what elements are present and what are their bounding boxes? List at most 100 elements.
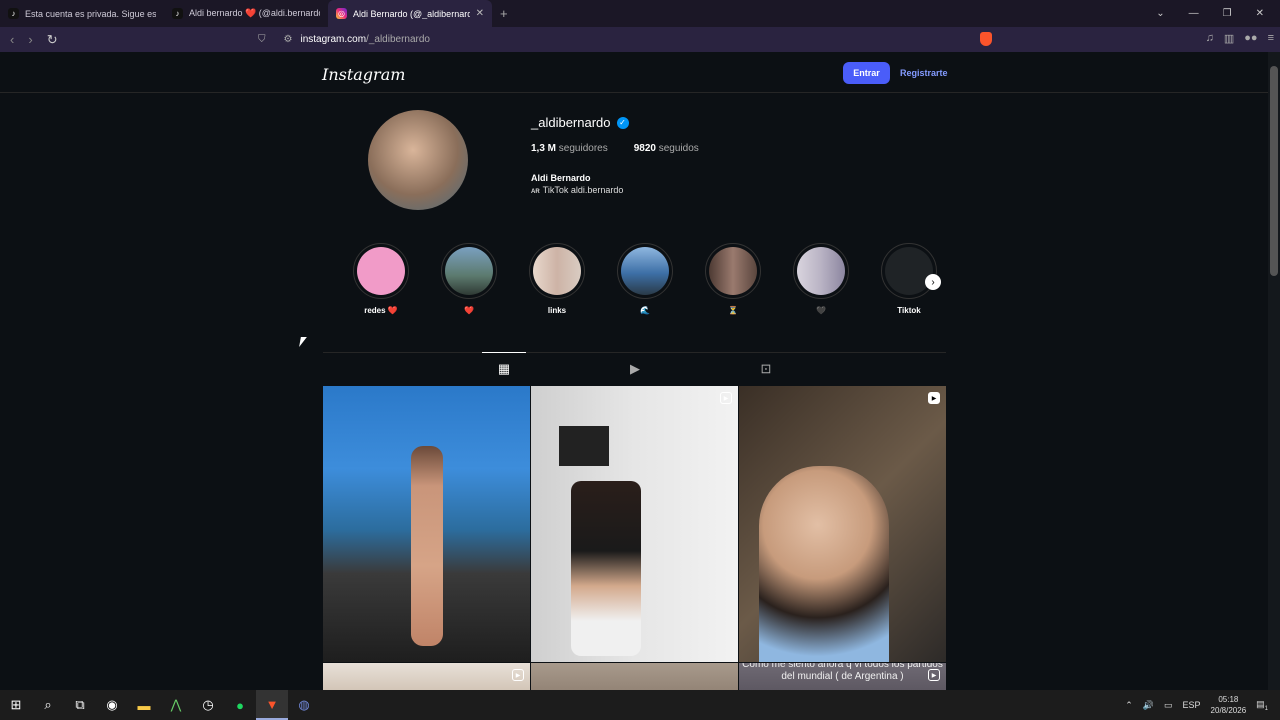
close-window-button[interactable]: ✕ — [1256, 8, 1264, 19]
clock-time: 05:18 — [1218, 695, 1239, 704]
grid-icon: ▦ — [497, 361, 511, 376]
highlight-label: 🌊 — [640, 306, 650, 315]
post-tile-2[interactable]: ▶ — [531, 386, 738, 662]
clock[interactable]: 05:18 20/8/2026 — [1211, 694, 1247, 716]
following-stat[interactable]: 9820 seguidos — [634, 143, 699, 154]
brave-shield-icon[interactable] — [980, 32, 992, 46]
back-icon[interactable]: ‹ — [10, 32, 14, 48]
posts-grid-tab[interactable]: ▦ — [482, 352, 526, 385]
highlight-label: 🖤 — [816, 306, 826, 315]
page-scrollbar[interactable] — [1268, 52, 1280, 690]
navigation-buttons: ‹ › ↻ — [0, 32, 58, 48]
browser-tab-1[interactable]: ♪ Esta cuenta es privada. Sigue esta cu — [0, 0, 164, 27]
bio-text: TikTok aldi.bernardo — [542, 185, 624, 195]
volume-icon[interactable]: 🔊 — [1143, 700, 1154, 711]
post-tile-3[interactable]: ▶ — [739, 386, 946, 662]
followers-label: seguidores — [558, 143, 608, 154]
bio-flag: AR — [531, 189, 540, 195]
post-tile-5[interactable] — [531, 663, 738, 690]
scrollbar-thumb[interactable] — [1270, 66, 1278, 276]
tagged-tab[interactable]: ⊡ — [744, 361, 788, 385]
browser-tab-3-active[interactable]: ◎ Aldi Bernardo (@_aldibernardo) ✕ — [328, 0, 492, 27]
address-bar[interactable]: ⛉ ⚙ instagram.com/_aldibernardo — [258, 30, 996, 49]
highlight-label: redes ❤️ — [364, 306, 398, 315]
chevron-down-icon[interactable]: ⌄ — [1156, 8, 1164, 19]
highlight-label: Tiktok — [897, 306, 921, 315]
minimize-button[interactable]: — — [1189, 8, 1199, 19]
window-controls: ⌄ — ❐ ✕ — [1156, 8, 1280, 19]
post-tile-6[interactable]: Como me siento ahora q vi todos los part… — [739, 663, 946, 690]
reel-icon: ▶ — [720, 392, 732, 404]
app-icon-green[interactable]: ⋀ — [160, 690, 192, 720]
reel-icon: ▶ — [928, 669, 940, 681]
post-tile-1[interactable] — [323, 386, 530, 662]
reels-icon: ▶ — [630, 361, 640, 376]
login-button[interactable]: Entrar — [843, 62, 890, 84]
following-count: 9820 — [633, 143, 656, 154]
browser-toolbar: ‹ › ↻ ⛉ ⚙ instagram.com/_aldibernardo ♫ … — [0, 27, 1280, 52]
maximize-button[interactable]: ❐ — [1223, 8, 1232, 19]
post-tv — [559, 426, 609, 466]
instagram-logo[interactable]: Instagram — [322, 65, 405, 84]
followers-count: 1,3 M — [531, 143, 557, 154]
sidebar-icon[interactable]: ▥ — [1224, 32, 1234, 45]
followers-stat[interactable]: 1,3 M seguidores — [531, 143, 608, 154]
new-tab-button[interactable]: + — [500, 6, 508, 21]
notification-count: 1 — [1264, 705, 1268, 712]
highlight-cover — [709, 247, 757, 295]
windows-start-icon[interactable]: ⊞ — [0, 690, 32, 720]
url-domain: instagram.com — [300, 34, 367, 45]
notifications-icon[interactable]: ▤1 — [1256, 699, 1268, 712]
discord-icon[interactable]: ◍ — [288, 690, 320, 720]
language-indicator[interactable]: ESP — [1183, 700, 1201, 710]
media-icon[interactable]: ♫ — [1206, 32, 1214, 45]
app-icon-clock[interactable]: ◷ — [192, 690, 224, 720]
highlight-6[interactable]: 🖤 — [791, 243, 851, 316]
task-view-icon[interactable]: ⧉ — [64, 690, 96, 720]
highlight-4[interactable]: 🌊 — [615, 243, 675, 316]
profile-full-name: Aldi Bernardo — [531, 173, 591, 183]
verified-badge-icon: ✓ — [616, 116, 629, 129]
browser-tab-strip: ♪ Esta cuenta es privada. Sigue esta cu … — [0, 0, 1280, 27]
instagram-icon: ◎ — [336, 8, 347, 19]
menu-icon[interactable]: ≡ — [1268, 32, 1274, 45]
post-tile-4[interactable]: ▶ — [323, 663, 530, 690]
highlight-label: links — [547, 306, 567, 315]
highlight-2[interactable]: ❤️ — [439, 243, 499, 316]
register-link[interactable]: Registrarte — [900, 68, 948, 78]
reel-icon: ▶ — [512, 669, 524, 681]
profile-username: _aldibernardo — [531, 115, 611, 130]
highlight-5[interactable]: ⏳ — [703, 243, 763, 316]
highlight-3[interactable]: links — [527, 243, 587, 316]
reload-icon[interactable]: ↻ — [47, 32, 58, 48]
brave-browser-icon[interactable]: ▼ — [256, 690, 288, 720]
highlight-cover — [885, 247, 933, 295]
close-tab-icon[interactable]: ✕ — [476, 8, 484, 19]
tray-chevron-icon[interactable]: ⌃ — [1125, 700, 1133, 711]
highlight-cover — [797, 247, 845, 295]
tab-title: Aldi bernardo ❤️ (@aldi.bernardo) | — [189, 8, 320, 18]
profile-avatar[interactable] — [368, 110, 468, 210]
instagram-header: Instagram Entrar Registrarte — [0, 52, 1268, 93]
file-explorer-icon[interactable]: ▬ — [128, 690, 160, 720]
spotify-icon[interactable]: ● — [224, 690, 256, 720]
network-icon[interactable]: ▭ — [1164, 700, 1173, 711]
mouse-cursor — [299, 337, 307, 347]
highlight-cover — [357, 247, 405, 295]
highlights-next-button[interactable]: › — [925, 274, 941, 290]
site-info-icon[interactable]: ⚙ — [284, 34, 293, 45]
app-icon-media[interactable]: ◉ — [96, 690, 128, 720]
profile-tabs: ▦ ▶ ⊡ — [323, 352, 946, 384]
bookmark-icon[interactable]: ⛉ — [258, 34, 266, 45]
highlight-label: ⏳ — [728, 306, 738, 315]
forward-icon[interactable]: › — [28, 32, 32, 48]
highlight-label: ❤️ — [464, 306, 474, 315]
browser-tab-2[interactable]: ♪ Aldi bernardo ❤️ (@aldi.bernardo) | — [164, 0, 328, 27]
post-figure — [759, 466, 889, 662]
tiktok-icon: ♪ — [8, 8, 19, 19]
vpn-icon[interactable]: ●● — [1244, 32, 1257, 45]
highlight-1[interactable]: redes ❤️ — [351, 243, 411, 316]
windows-taskbar: ⊞ ⌕ ⧉ ◉ ▬ ⋀ ◷ ● ▼ ◍ ⌃ 🔊 ▭ ESP 05:18 20/8… — [0, 690, 1280, 720]
reels-tab[interactable]: ▶ — [613, 361, 657, 385]
search-icon[interactable]: ⌕ — [32, 690, 64, 720]
